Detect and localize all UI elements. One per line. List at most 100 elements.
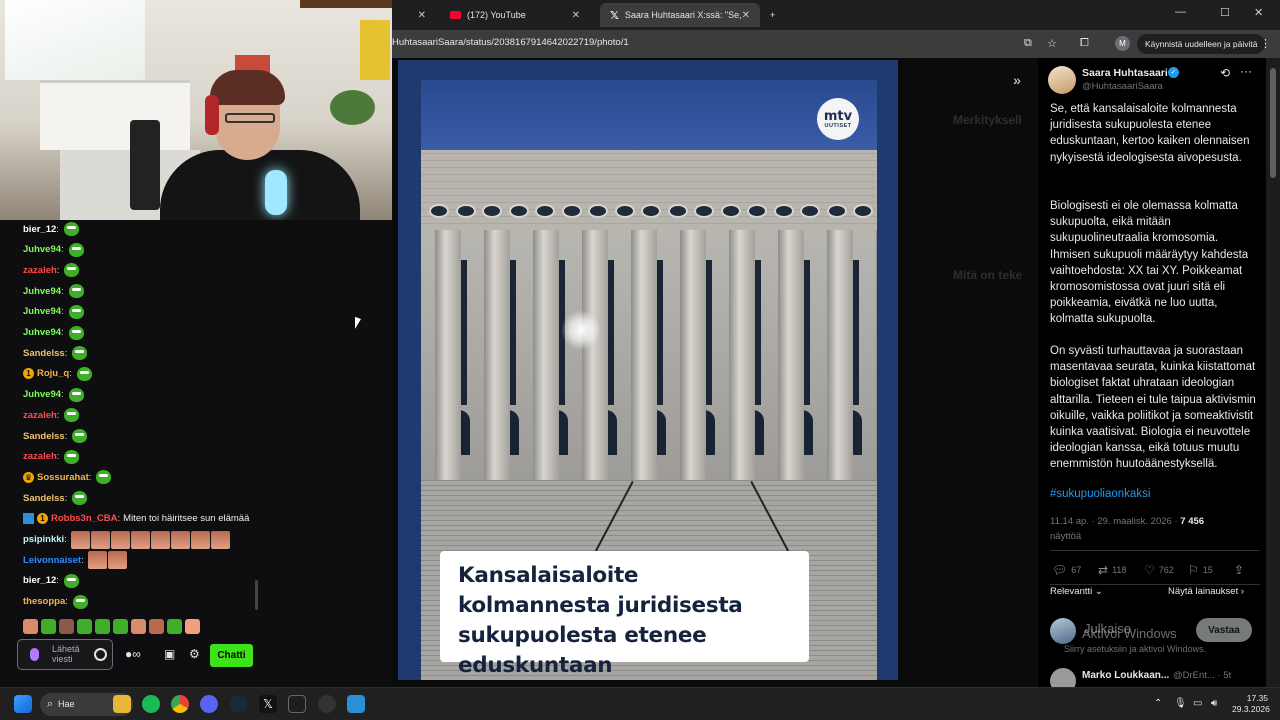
chat-input[interactable]: Lähetä viesti — [17, 639, 113, 670]
face-emote-icon — [87, 551, 107, 570]
chat-username[interactable]: zazaleh — [23, 265, 57, 276]
author-handle[interactable]: @HuhtasaariSaara — [1082, 81, 1163, 92]
obs-icon[interactable] — [318, 695, 336, 713]
bookmark-star-icon[interactable]: ☆ — [1047, 37, 1057, 50]
mic-icon[interactable] — [30, 648, 39, 661]
photo-viewer[interactable]: mtv UUTISET Kansalaisaloite kolmannesta … — [398, 60, 898, 680]
chat-username[interactable]: Juhve94 — [23, 286, 61, 297]
menu-dots-icon[interactable]: ⋮ — [1260, 37, 1271, 50]
chat-username[interactable]: Sandelss — [23, 348, 65, 359]
cast-icon[interactable]: ⧉ — [1024, 37, 1032, 50]
quotes-link[interactable]: Näytä lainaukset › — [1168, 586, 1244, 597]
dim-heading: Merkityksell — [953, 113, 1022, 127]
settings-icon[interactable]: ⚙ — [189, 647, 200, 661]
discord-icon[interactable] — [200, 695, 218, 713]
reply-submit-button[interactable]: Vastaa — [1196, 618, 1252, 642]
tab-youtube[interactable]: (172) YouTube ✕ — [440, 3, 590, 27]
chat-username[interactable]: psipinkki — [23, 534, 64, 545]
chat-username[interactable]: Roju_q — [37, 368, 69, 379]
logo-subtext: UUTISET — [824, 122, 852, 129]
author-avatar[interactable] — [1048, 66, 1076, 94]
chat-username[interactable]: zazaleh — [23, 410, 57, 421]
start-button[interactable] — [14, 695, 32, 713]
chat-username[interactable]: Juhve94 — [23, 306, 61, 317]
close-icon[interactable]: ✕ — [742, 10, 750, 21]
column — [631, 230, 657, 480]
reply-author-handle[interactable]: @DrEnt... · 5t — [1173, 670, 1231, 681]
close-icon[interactable]: ✕ — [572, 10, 580, 21]
close-icon[interactable]: ✕ — [418, 10, 426, 21]
bits-icon[interactable]: ●∞ — [125, 647, 141, 661]
chat-colon: : — [61, 306, 64, 318]
profile-avatar[interactable]: M — [1115, 36, 1130, 51]
update-restart-button[interactable]: Käynnistä uudelleen ja päivitä — [1137, 34, 1266, 54]
store-icon[interactable]: ▣ — [164, 647, 175, 661]
tweet-timestamp[interactable]: 11.14 ap. · 29. maalisk. 2026 · — [1050, 516, 1180, 527]
porthole-window — [429, 204, 449, 218]
steam-icon[interactable] — [229, 695, 247, 713]
windows-taskbar: Hae 𝕏 ⌃ 🎙︎ ▭ 🔊︎ 17.35 29.3.2026 — [0, 687, 1280, 720]
chat-username[interactable]: Robbs3n_CBA — [51, 513, 118, 524]
panel-scrollbar[interactable] — [1266, 58, 1280, 687]
reply-button[interactable]: 💬︎ 67 — [1052, 563, 1081, 577]
tweet-photo[interactable]: mtv UUTISET Kansalaisaloite kolmannesta … — [421, 80, 877, 680]
network-icon[interactable]: ▭ — [1193, 698, 1202, 709]
chat-send-button[interactable]: Chatti — [210, 644, 253, 667]
clock[interactable]: 17.35 29.3.2026 — [1232, 693, 1270, 715]
sort-dropdown[interactable]: Relevantti ⌄ — [1050, 586, 1103, 597]
bookmark-button[interactable]: ⚐ 15 — [1188, 563, 1213, 577]
chat-username[interactable]: Sossurahat — [37, 472, 89, 483]
youtube-icon — [450, 11, 461, 19]
notepad-icon[interactable] — [347, 695, 365, 713]
repost-icon: ⇄ — [1098, 563, 1109, 577]
chevron-up-icon[interactable]: ⌃ — [1154, 698, 1162, 709]
chrome-icon[interactable] — [171, 695, 189, 713]
chat-username[interactable]: bier_12 — [23, 575, 56, 586]
chat-username[interactable]: Juhve94 — [23, 327, 61, 338]
window-close-icon[interactable]: ✕ — [1254, 6, 1263, 19]
tab-x-post[interactable]: 𝕏 Saara Huhtasaari X:ssä: "Se, että ✕ — [600, 3, 760, 27]
minimize-icon[interactable]: — — [1175, 6, 1186, 18]
share-button[interactable]: ⇪ — [1234, 563, 1248, 577]
maximize-icon[interactable]: ☐ — [1220, 6, 1230, 19]
tab-blank[interactable]: ✕ — [388, 3, 436, 27]
more-options-icon[interactable]: ··· — [1240, 64, 1252, 78]
chat-message: bier_12: — [23, 572, 79, 590]
reply-icon: 💬︎ — [1052, 563, 1068, 577]
scrollbar-thumb[interactable] — [1270, 68, 1276, 178]
chat-message: zazaleh: — [23, 448, 80, 466]
url-text[interactable]: HuhtasaariSaara/status/20381679146420227… — [392, 37, 629, 48]
grok-icon[interactable]: ⟲ — [1220, 66, 1230, 80]
emoji-icon[interactable] — [94, 648, 107, 661]
file-explorer-icon[interactable] — [113, 695, 131, 713]
expand-panel-icon[interactable]: » — [1004, 68, 1030, 94]
x-app-icon[interactable]: 𝕏 — [259, 695, 277, 713]
like-button[interactable]: ♡ 762 — [1144, 563, 1174, 577]
new-tab-button[interactable]: + — [760, 3, 785, 27]
verified-badge-icon: ✓ — [1168, 67, 1179, 78]
chat-username[interactable]: Leivonnaiset — [23, 555, 81, 566]
reply-author-name[interactable]: Marko Loukkaan... — [1082, 670, 1169, 681]
nl-app-icon[interactable] — [288, 695, 306, 713]
chat-username[interactable]: Juhve94 — [23, 389, 61, 400]
column — [778, 230, 804, 480]
author-name[interactable]: Saara Huhtasaari — [1082, 67, 1168, 79]
pepe-emote-icon — [68, 304, 84, 319]
spotify-icon[interactable] — [142, 695, 160, 713]
chat-username[interactable]: Juhve94 — [23, 244, 61, 255]
address-bar[interactable]: HuhtasaariSaara/status/20381679146420227… — [392, 30, 1280, 58]
cam-kitchen — [40, 80, 190, 150]
extensions-icon[interactable]: ⧠ — [1080, 37, 1089, 50]
chat-colon: : — [81, 554, 84, 566]
face-emote-icon — [150, 530, 170, 549]
chat-username[interactable]: Sandelss — [23, 493, 65, 504]
chat-username[interactable]: zazaleh — [23, 451, 57, 462]
share-icon: ⇪ — [1234, 563, 1245, 577]
mic-tray-icon[interactable]: 🎙︎ — [1174, 698, 1187, 709]
chat-username[interactable]: Sandelss — [23, 431, 65, 442]
chat-username[interactable]: bier_12 — [23, 224, 56, 235]
volume-icon[interactable]: 🔊︎ — [1211, 698, 1217, 709]
repost-button[interactable]: ⇄ 118 — [1098, 563, 1126, 577]
hashtag-link[interactable]: #sukupuoliaonkaksi — [1050, 488, 1150, 500]
chat-username[interactable]: thesoppa — [23, 596, 65, 607]
